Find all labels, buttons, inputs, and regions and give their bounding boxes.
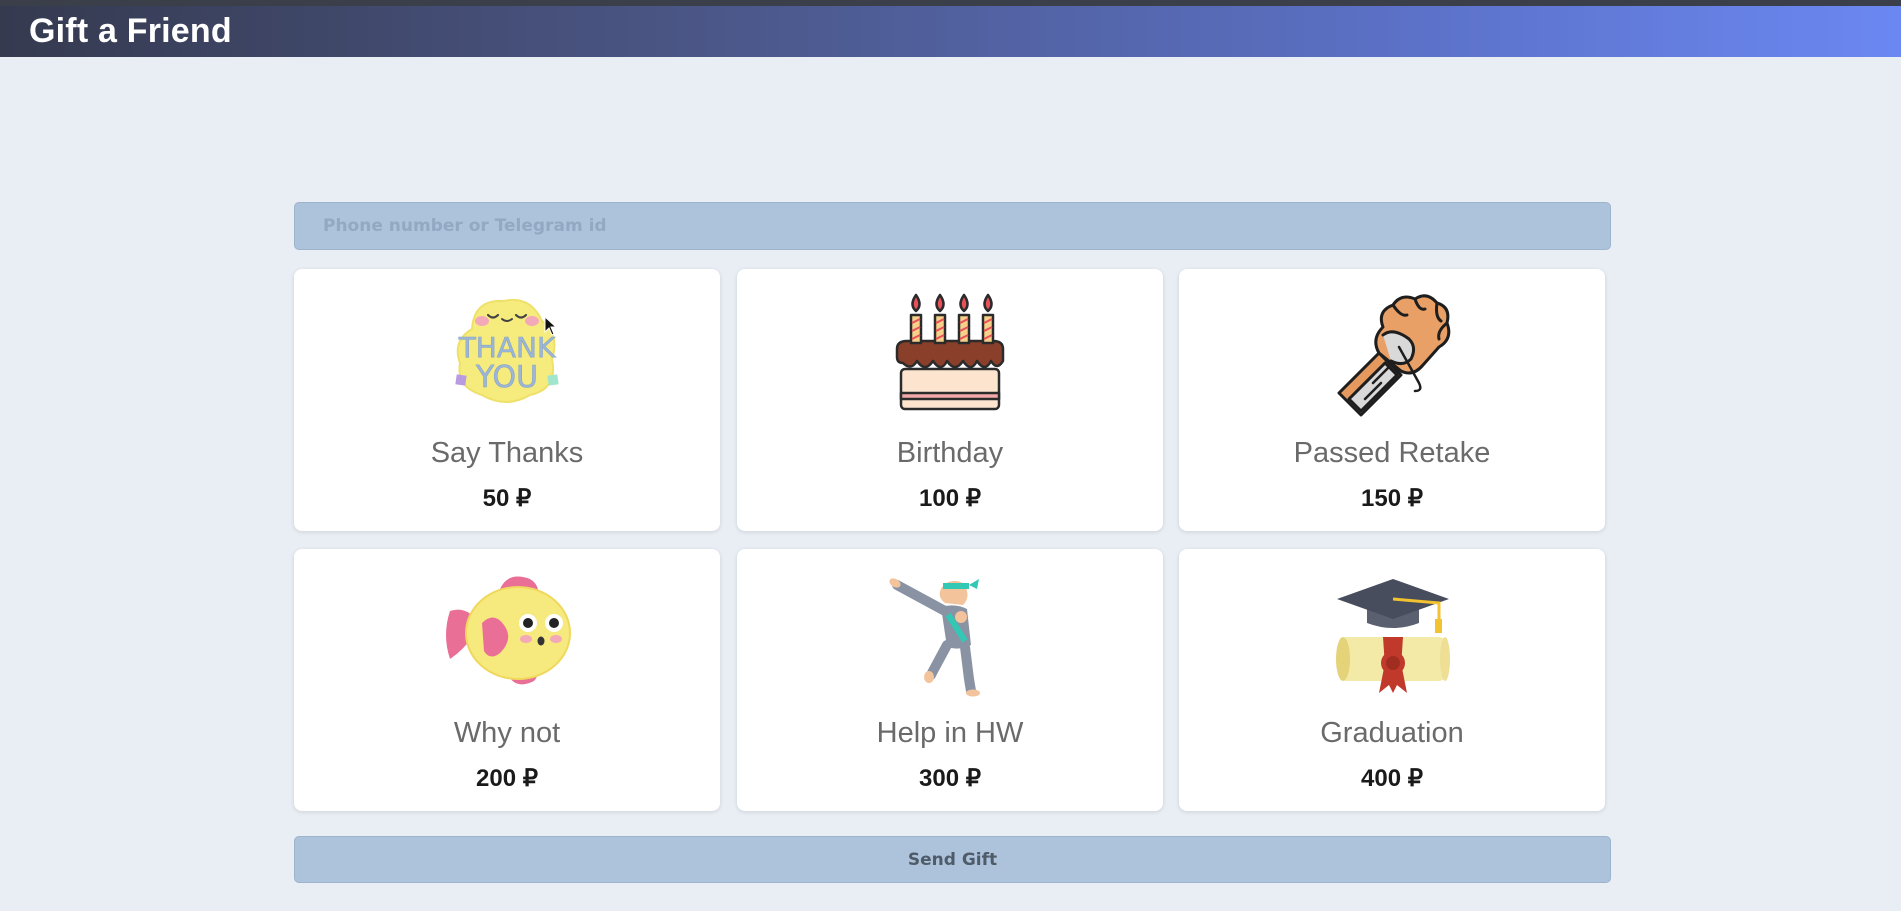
gift-card-graduation[interactable]: Graduation 400 ₽ bbox=[1179, 549, 1605, 811]
graduation-cap-diploma-icon bbox=[1327, 567, 1457, 697]
gift-grid: THANK YOU Say Thanks 50 ₽ Birthday 100 ₽… bbox=[294, 269, 1606, 813]
gift-name: Help in HW bbox=[876, 717, 1024, 749]
gift-name: Graduation bbox=[1320, 717, 1464, 749]
thank-you-sticker-icon: THANK YOU bbox=[442, 287, 572, 417]
recipient-input[interactable] bbox=[294, 202, 1611, 250]
mouse-cursor-icon bbox=[544, 316, 558, 336]
bandaged-fist-icon bbox=[1327, 287, 1457, 417]
gift-card-say-thanks[interactable]: THANK YOU Say Thanks 50 ₽ bbox=[294, 269, 720, 531]
gift-price: 300 ₽ bbox=[919, 765, 981, 792]
gift-card-help-in-hw[interactable]: Help in HW 300 ₽ bbox=[737, 549, 1163, 811]
gift-name: Birthday bbox=[896, 437, 1004, 469]
app-header: Gift a Friend bbox=[0, 6, 1901, 57]
svg-text:YOU: YOU bbox=[475, 360, 538, 395]
gift-name: Say Thanks bbox=[430, 437, 584, 469]
gift-name: Why not bbox=[453, 717, 561, 749]
pufferfish-icon bbox=[442, 567, 572, 697]
gift-card-passed-retake[interactable]: Passed Retake 150 ₽ bbox=[1179, 269, 1605, 531]
gift-price: 400 ₽ bbox=[1361, 765, 1423, 792]
gift-price: 150 ₽ bbox=[1361, 485, 1423, 512]
send-gift-button[interactable]: Send Gift bbox=[294, 836, 1611, 883]
gift-price: 100 ₽ bbox=[919, 485, 981, 512]
gift-price: 200 ₽ bbox=[476, 765, 538, 792]
birthday-cake-icon bbox=[885, 287, 1015, 417]
gift-price: 50 ₽ bbox=[482, 485, 532, 512]
gift-card-why-not[interactable]: Why not 200 ₽ bbox=[294, 549, 720, 811]
gift-card-birthday[interactable]: Birthday 100 ₽ bbox=[737, 269, 1163, 531]
page-title: Gift a Friend bbox=[29, 12, 232, 50]
gift-name: Passed Retake bbox=[1293, 437, 1491, 469]
karate-kick-icon bbox=[885, 567, 1015, 697]
